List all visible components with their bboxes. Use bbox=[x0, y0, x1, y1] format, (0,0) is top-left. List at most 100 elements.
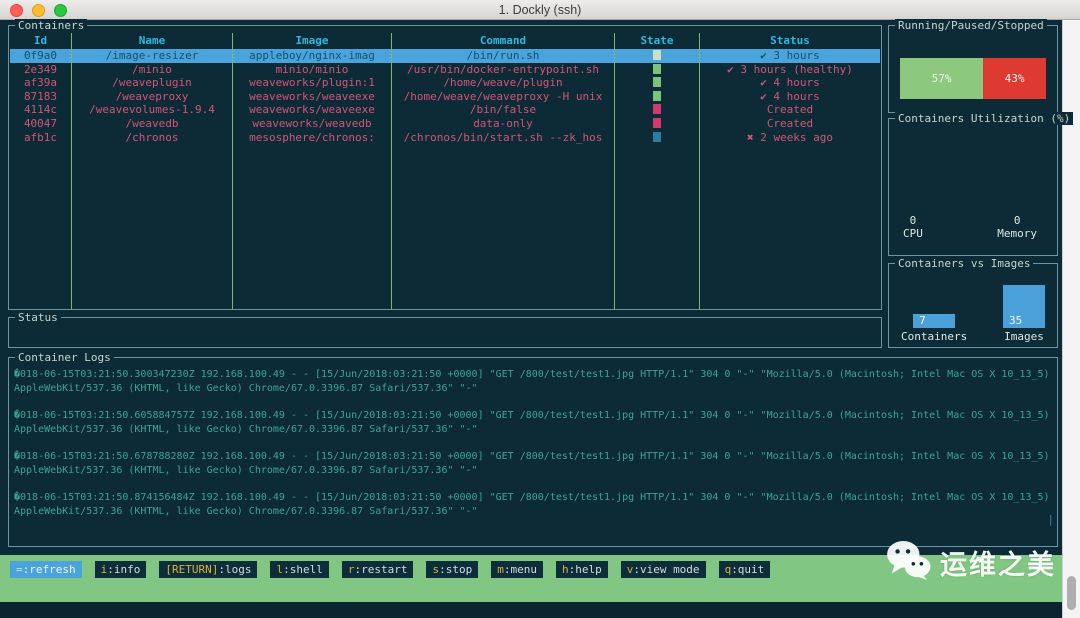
log-line-useragent: AppleWebKit/537.36 (KHTML, like Gecko) C… bbox=[14, 506, 478, 517]
log-line-request: �018-06-15T03:21:50.678788280Z 192.168.1… bbox=[14, 451, 1050, 462]
column-header-state: State bbox=[615, 33, 700, 49]
cell-container-status[interactable]: ✔ 4 hours bbox=[700, 76, 880, 90]
cell-container-name[interactable]: /weaveplugin bbox=[72, 76, 233, 90]
footer-item-menu[interactable]: m:menu bbox=[491, 561, 543, 578]
cell-container-status[interactable]: ✔ 3 hours bbox=[700, 49, 880, 63]
cell-container-status[interactable]: ✔ 3 hours (healthy) bbox=[700, 63, 880, 77]
cell-container-state[interactable] bbox=[615, 103, 700, 117]
logs-panel-title: Container Logs bbox=[15, 351, 114, 364]
scrollbar-track[interactable] bbox=[1062, 20, 1080, 618]
footer-item-info[interactable]: i:info bbox=[94, 561, 147, 578]
containers-table: Id Name Image Command State Status 0f9a0/image… bbox=[10, 33, 880, 309]
cell-container-id[interactable]: af39a bbox=[10, 76, 72, 90]
footer-key: v bbox=[626, 563, 634, 576]
footer-key: s bbox=[432, 563, 440, 576]
zoom-window-button[interactable] bbox=[54, 4, 67, 17]
column-header-status: Status bbox=[770, 34, 810, 47]
footer-item-logs[interactable]: [RETURN]:logs bbox=[159, 561, 258, 578]
cell-container-name[interactable]: /weaveproxy bbox=[72, 89, 233, 104]
cell-container-id[interactable]: 4114c bbox=[10, 103, 72, 117]
bar-value: 35 bbox=[1009, 314, 1023, 327]
cell-container-command[interactable]: /home/weave/weaveproxy -H unix bbox=[392, 89, 615, 104]
state-indicator-icon bbox=[653, 50, 661, 60]
table-filler bbox=[233, 144, 392, 309]
column-header-id: Id bbox=[10, 33, 72, 49]
cell-container-command[interactable]: data-only bbox=[392, 116, 615, 131]
table-filler bbox=[10, 144, 72, 309]
close-window-button[interactable] bbox=[10, 4, 23, 17]
footer-key: q bbox=[724, 563, 732, 576]
window-title: 1. Dockly (ssh) bbox=[498, 2, 582, 17]
logs-panel: Container Logs �018-06-15T03:21:50.30034… bbox=[8, 351, 1058, 547]
footer-item-restart[interactable]: r:restart bbox=[341, 561, 414, 578]
footer-key: i bbox=[100, 563, 108, 576]
cell-container-state[interactable] bbox=[615, 76, 700, 90]
footer-item-refresh[interactable]: =:refresh bbox=[10, 561, 82, 578]
cell-container-id[interactable]: 0f9a0 bbox=[10, 49, 72, 63]
log-entry: �018-06-15T03:21:50.300347230Z 192.168.1… bbox=[14, 368, 1053, 396]
cell-container-command[interactable]: /bin/false bbox=[392, 103, 615, 117]
bar-label: Containers bbox=[901, 330, 968, 343]
cell-container-name[interactable]: /minio bbox=[72, 62, 233, 77]
running-paused-stopped-panel: Running/Paused/Stopped 57% 43% bbox=[888, 19, 1058, 113]
footer-item-stop[interactable]: s:stop bbox=[426, 561, 479, 578]
log-line-request: �018-06-15T03:21:50.605884757Z 192.168.1… bbox=[14, 410, 1050, 421]
cell-container-status[interactable]: ✖ 2 weeks ago bbox=[700, 131, 880, 145]
table-filler bbox=[72, 144, 233, 309]
cell-container-state[interactable] bbox=[615, 89, 700, 104]
footer-toolbar: =:refresh i:info [RETURN]:logs l:shell r:res… bbox=[10, 561, 771, 578]
scrollbar-thumb[interactable] bbox=[1067, 576, 1076, 610]
table-filler bbox=[700, 144, 880, 309]
cell-container-image[interactable]: minio/minio bbox=[233, 62, 392, 77]
cell-container-image[interactable]: weaveworks/weaveexe bbox=[233, 103, 392, 117]
cell-container-id[interactable]: 87183 bbox=[10, 89, 72, 104]
footer-item-quit[interactable]: q:quit bbox=[718, 561, 771, 578]
cell-container-command[interactable]: /usr/bin/docker-entrypoint.sh bbox=[392, 62, 615, 77]
cell-container-image[interactable]: appleboy/nginx-imag bbox=[233, 49, 392, 63]
cell-container-status[interactable]: Created bbox=[700, 117, 880, 131]
watermark-text: 运维之美 bbox=[940, 549, 1056, 581]
cell-container-image[interactable]: mesosphere/chronos: bbox=[233, 130, 392, 145]
cell-container-state[interactable] bbox=[615, 130, 700, 145]
log-line-request: �018-06-15T03:21:50.874156484Z 192.168.1… bbox=[14, 492, 1050, 503]
log-entry: �018-06-15T03:21:50.874156484Z 192.168.1… bbox=[14, 491, 1053, 519]
containers-panel-title: Containers bbox=[15, 19, 88, 32]
cell-container-command[interactable]: /chronos/bin/start.sh --zk_hos bbox=[392, 130, 615, 145]
state-indicator-icon bbox=[653, 77, 661, 88]
cell-container-state[interactable] bbox=[615, 49, 700, 63]
cell-container-image[interactable]: weaveworks/weavedb bbox=[233, 116, 392, 131]
footer-item-view-mode[interactable]: v:view mode bbox=[620, 561, 706, 578]
minimize-window-button[interactable] bbox=[32, 4, 45, 17]
cell-container-command[interactable]: /bin/run.sh bbox=[392, 49, 615, 63]
log-line-request: �018-06-15T03:21:50.300347230Z 192.168.1… bbox=[14, 369, 1050, 380]
gauge-bar: 57% 43% bbox=[900, 58, 1046, 99]
cell-container-status[interactable]: Created bbox=[700, 103, 880, 117]
vs-chart: 7 Containers 35 Images bbox=[901, 285, 1045, 343]
cell-container-id[interactable]: 2e349 bbox=[10, 62, 72, 77]
utilization-panel-title: Containers Utilization (%) bbox=[895, 112, 1074, 125]
metric-label: CPU bbox=[903, 227, 923, 240]
state-indicator-icon bbox=[653, 104, 661, 115]
cell-container-name[interactable]: /image-resizer bbox=[72, 49, 233, 63]
cell-container-id[interactable]: afb1c bbox=[10, 130, 72, 145]
cell-container-name[interactable]: /weavevolumes-1.9.4 bbox=[72, 103, 233, 117]
log-entry: �018-06-15T03:21:50.605884757Z 192.168.1… bbox=[14, 409, 1053, 437]
footer-item-shell[interactable]: l:shell bbox=[270, 561, 329, 578]
cell-container-id[interactable]: 40047 bbox=[10, 116, 72, 131]
footer-item-help[interactable]: h:help bbox=[555, 561, 608, 578]
cell-container-image[interactable]: weaveworks/plugin:1 bbox=[233, 76, 392, 90]
text-cursor: | bbox=[1047, 513, 1054, 526]
bottom-strip bbox=[0, 602, 1062, 618]
cell-container-image[interactable]: weaveworks/weaveexe bbox=[233, 89, 392, 104]
cell-container-command[interactable]: /home/weave/plugin bbox=[392, 76, 615, 90]
footer-label: :help bbox=[568, 563, 602, 576]
cell-container-state[interactable] bbox=[615, 62, 700, 77]
cell-container-state[interactable] bbox=[615, 116, 700, 131]
metric-value: 0 bbox=[909, 214, 917, 227]
cell-container-name[interactable]: /weavedb bbox=[72, 116, 233, 131]
gauge-segment-running: 57% bbox=[900, 58, 984, 99]
cell-container-name[interactable]: /chronos bbox=[72, 130, 233, 145]
footer-label: :quit bbox=[731, 563, 765, 576]
status-panel: Status bbox=[8, 311, 882, 348]
cell-container-status[interactable]: ✔ 4 hours bbox=[700, 90, 880, 104]
